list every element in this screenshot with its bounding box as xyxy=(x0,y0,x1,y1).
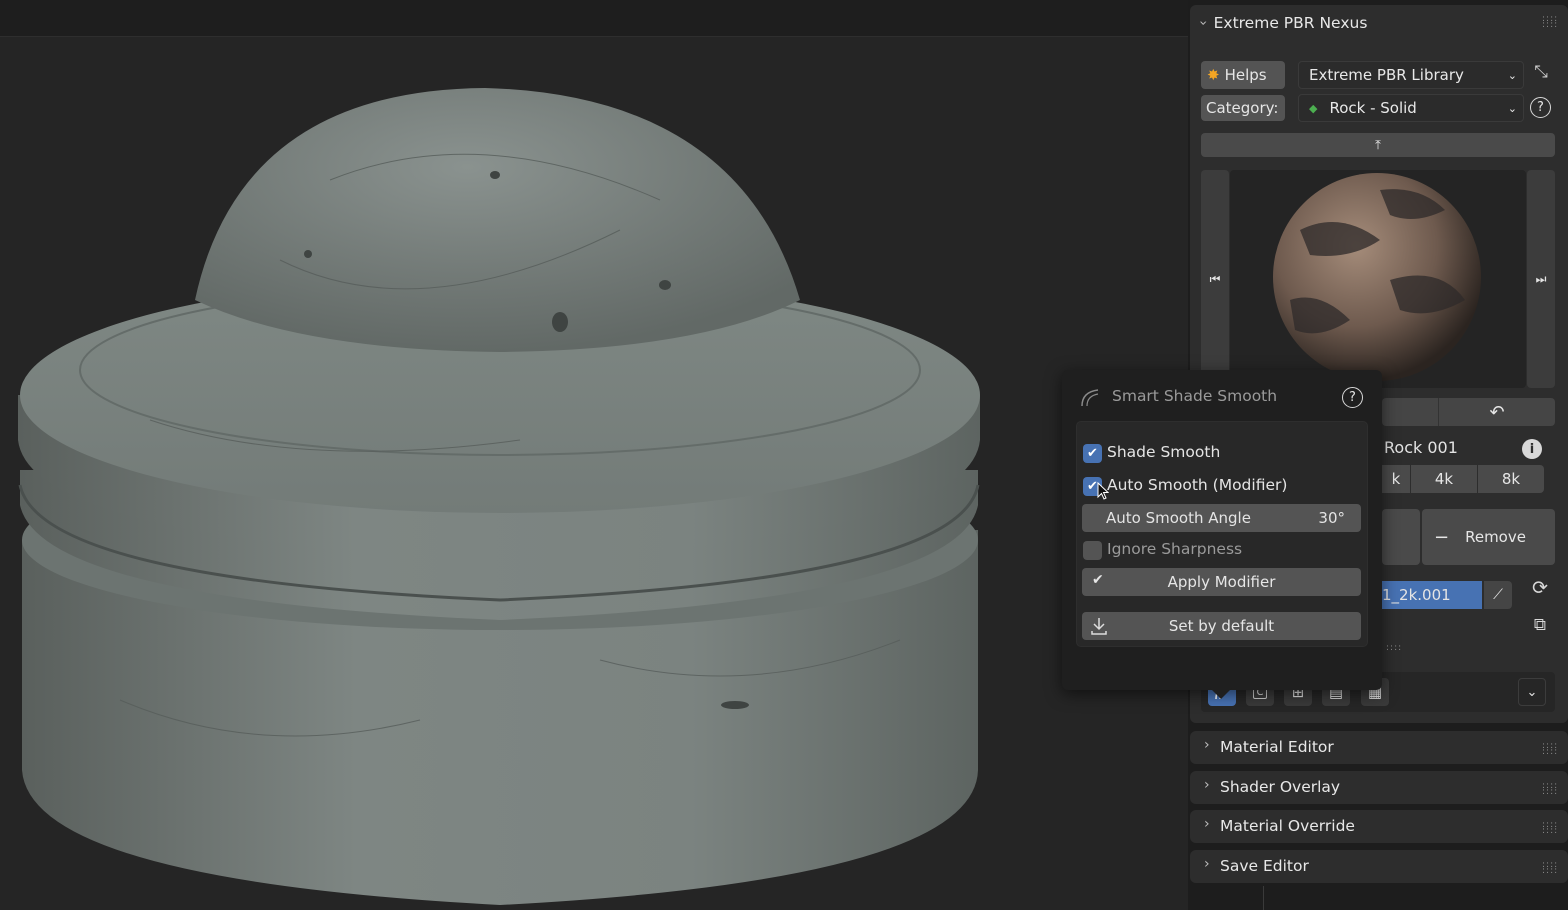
question-icon[interactable]: ? xyxy=(1530,97,1551,118)
drag-grip-icon[interactable]: :::::::: xyxy=(1542,821,1558,836)
drag-grip-icon[interactable]: :::::::: xyxy=(1542,742,1558,757)
duplicate-icon[interactable]: ⧉ xyxy=(1528,615,1552,639)
auto-smooth-angle-field[interactable]: Auto Smooth Angle 30° xyxy=(1082,504,1361,532)
smooth-curve-icon xyxy=(1079,386,1101,408)
set-by-default-button[interactable]: Set by default xyxy=(1082,612,1361,640)
drag-grip-icon[interactable]: :::::::: xyxy=(1542,15,1558,30)
popup-pointer xyxy=(1210,688,1232,699)
auto-smooth-label: Auto Smooth (Modifier) xyxy=(1107,476,1288,494)
popup-title: Smart Shade Smooth xyxy=(1112,387,1278,405)
checkmark-icon: ✔ xyxy=(1087,446,1098,461)
apply-modifier-label: Apply Modifier xyxy=(1167,573,1276,591)
hidden-button[interactable] xyxy=(1382,398,1439,426)
shade-smooth-label: Shade Smooth xyxy=(1107,443,1221,461)
angle-value: 30° xyxy=(1318,509,1345,527)
resolution-buttons: k 4k 8k xyxy=(1382,465,1555,493)
nexus-panel-title: Extreme PBR Nexus xyxy=(1213,14,1368,32)
ignore-sharpness-checkbox[interactable] xyxy=(1083,541,1102,560)
next-material-button[interactable]: ⏭ xyxy=(1527,170,1555,388)
apply-modifier-button[interactable]: ✔ Apply Modifier xyxy=(1082,568,1361,596)
panel-title: Save Editor xyxy=(1220,857,1309,875)
category-value: Rock - Solid xyxy=(1329,99,1417,117)
scroll-top-button[interactable]: ⤒ xyxy=(1201,133,1555,157)
download-icon xyxy=(1091,618,1107,635)
library-dropdown[interactable]: Extreme PBR Library ⌄ xyxy=(1298,61,1524,89)
checkmark-icon: ✔ xyxy=(1092,572,1104,588)
question-icon[interactable]: ? xyxy=(1342,387,1363,408)
drag-grip-icon[interactable]: :::::::: xyxy=(1542,782,1558,797)
panel-save-editor[interactable]: › Save Editor :::::::: xyxy=(1190,850,1568,883)
ignore-sharpness-label: Ignore Sharpness xyxy=(1107,540,1243,558)
stone-object-render xyxy=(18,88,980,905)
undo-icon[interactable]: ↶ xyxy=(1439,402,1555,423)
panel-shader-overlay[interactable]: › Shader Overlay :::::::: xyxy=(1190,771,1568,804)
resolution-4k-button[interactable]: 4k xyxy=(1411,465,1477,493)
helps-label: Helps xyxy=(1224,66,1267,84)
helps-button[interactable]: ✸ Helps xyxy=(1201,61,1285,89)
panel-title: Material Editor xyxy=(1220,738,1334,756)
undo-row: ↶ xyxy=(1382,398,1555,426)
panel-title: Shader Overlay xyxy=(1220,778,1341,796)
panel-material-override[interactable]: › Material Override :::::::: xyxy=(1190,810,1568,843)
mouse-cursor-icon xyxy=(1097,482,1109,500)
remove-label: Remove xyxy=(1465,528,1526,546)
chevron-right-icon: › xyxy=(1204,737,1210,753)
chevron-down-icon[interactable]: ⌄ xyxy=(1518,678,1546,706)
material-preview[interactable] xyxy=(1230,170,1526,388)
drag-grip-icon[interactable]: :::::::: xyxy=(1542,861,1558,876)
material-sphere-thumbnail xyxy=(1273,173,1481,381)
material-name: Rock 001 xyxy=(1384,438,1458,457)
resolution-8k-button[interactable]: 8k xyxy=(1478,465,1544,493)
previous-material-button[interactable]: ⏮ xyxy=(1201,170,1229,388)
category-label: Category: xyxy=(1201,95,1285,121)
remove-button[interactable]: − Remove xyxy=(1422,509,1555,565)
nexus-panel-header[interactable]: › Extreme PBR Nexus xyxy=(1195,12,1368,34)
skip-previous-icon: ⏮ xyxy=(1209,271,1221,286)
sparkle-icon: ✸ xyxy=(1207,66,1220,84)
divider xyxy=(1263,886,1264,910)
library-value: Extreme PBR Library xyxy=(1309,66,1464,84)
diamond-icon: ◆ xyxy=(1309,101,1318,115)
viewport-header xyxy=(0,0,1190,37)
dropdown-arrow-icon: ⌄ xyxy=(1507,101,1517,115)
3d-viewport[interactable] xyxy=(0,0,1190,910)
drag-grip-icon[interactable]: :::: xyxy=(1386,644,1402,653)
chevron-right-icon: › xyxy=(1204,856,1210,872)
panel-title: Material Override xyxy=(1220,817,1355,835)
chevron-down-icon: › xyxy=(1194,20,1211,26)
chevron-right-icon: › xyxy=(1204,816,1210,832)
arrow-to-top-icon: ⤒ xyxy=(1375,137,1381,153)
texture-name-field[interactable]: 1_2k.001 xyxy=(1382,581,1482,609)
panel-material-editor[interactable]: › Material Editor :::::::: xyxy=(1190,731,1568,764)
minus-icon: − xyxy=(1434,526,1450,548)
apply-material-button[interactable] xyxy=(1382,509,1420,565)
texture-browse-icon[interactable]: ⟋ xyxy=(1484,581,1512,609)
expand-icon[interactable]: ⤡ xyxy=(1530,62,1552,86)
info-icon[interactable]: i xyxy=(1522,439,1542,459)
shade-smooth-checkbox[interactable]: ✔ xyxy=(1083,444,1102,463)
angle-label: Auto Smooth Angle xyxy=(1106,509,1251,527)
category-dropdown[interactable]: ◆ Rock - Solid ⌄ xyxy=(1298,94,1524,122)
dropdown-arrow-icon: ⌄ xyxy=(1507,68,1517,82)
skip-next-icon: ⏭ xyxy=(1535,271,1547,286)
refresh-icon[interactable]: ⟳ xyxy=(1528,577,1552,601)
chevron-right-icon: › xyxy=(1204,777,1210,793)
set-by-default-label: Set by default xyxy=(1168,617,1275,635)
resolution-2k-button[interactable]: k xyxy=(1382,465,1410,493)
